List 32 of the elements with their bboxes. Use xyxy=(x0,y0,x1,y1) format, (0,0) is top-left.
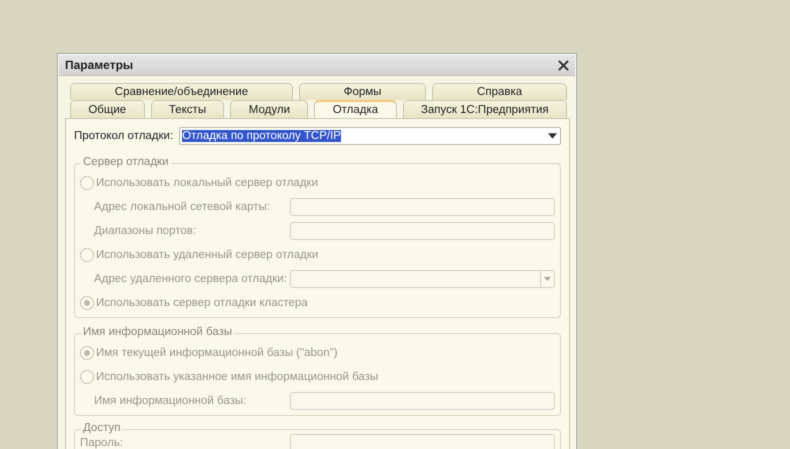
field-label: Адрес локальной сетевой карты: xyxy=(94,201,271,213)
group-title: Доступ xyxy=(81,422,122,434)
tab[interactable]: Запуск 1С:Предприятия xyxy=(402,100,568,118)
input-field[interactable] xyxy=(290,198,555,216)
tab[interactable]: Общие xyxy=(70,100,145,118)
radio-label: Использовать указанное имя информационной базы xyxy=(96,371,378,383)
radio-label: Использовать сервер отладки кластера xyxy=(96,297,308,309)
tab[interactable]: Модули xyxy=(230,100,308,118)
input-field[interactable] xyxy=(290,434,555,449)
close-icon[interactable] xyxy=(558,60,569,70)
field-label: Имя информационной базы: xyxy=(94,395,248,407)
window-title: Параметры xyxy=(65,58,134,72)
tab[interactable]: Сравнение/объединение xyxy=(70,83,293,100)
protocol-dropdown[interactable]: Отладка по протоколу TCP/IP xyxy=(179,127,561,145)
field-label: Протокол отладки: xyxy=(74,130,174,142)
field-label: Адрес удаленного сервера отладки: xyxy=(94,273,288,285)
field-label: Пароль: xyxy=(80,437,124,449)
dropdown-arrow-icon[interactable] xyxy=(548,133,557,139)
input-field[interactable] xyxy=(290,392,555,410)
radio-label: Использовать локальный сервер отладки xyxy=(96,177,318,189)
tab[interactable]: Формы xyxy=(298,83,426,100)
input-field[interactable] xyxy=(290,222,555,240)
dropdown-field[interactable] xyxy=(290,270,555,288)
group-title: Сервер отладки xyxy=(81,156,170,168)
field-label: Диапазоны портов: xyxy=(94,225,198,237)
tab[interactable]: Справка xyxy=(432,83,567,100)
group-title: Имя информационной базы xyxy=(81,326,234,338)
radio-label: Имя текущей информационной базы ("abon") xyxy=(96,347,338,359)
tab[interactable]: Тексты xyxy=(150,100,224,118)
radio-label: Использовать удаленный сервер отладки xyxy=(96,249,318,261)
dropdown-value: Отладка по протоколу TCP/IP xyxy=(182,130,341,142)
tab[interactable]: Отладка xyxy=(314,100,397,118)
